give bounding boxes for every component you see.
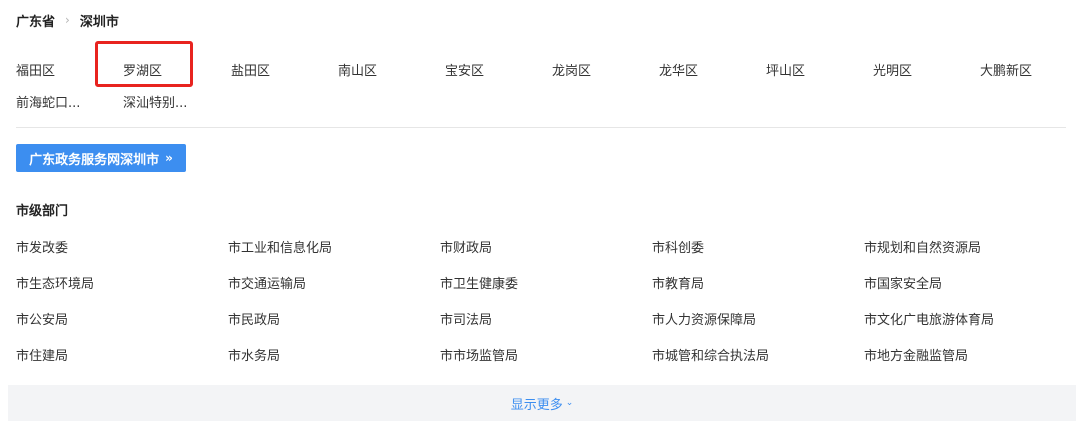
breadcrumb-separator-icon: › xyxy=(65,13,70,27)
department-item[interactable]: 市司法局 xyxy=(440,309,652,328)
department-item[interactable]: 市规划和自然资源局 xyxy=(864,237,1076,256)
district-row: 前海蛇口... 深汕特别... xyxy=(16,86,1076,116)
department-item[interactable]: 市卫生健康委 xyxy=(440,273,652,292)
department-item[interactable]: 市住建局 xyxy=(16,345,228,364)
section-title-city-departments: 市级部门 xyxy=(16,204,69,219)
department-item[interactable]: 市城管和综合执法局 xyxy=(652,345,864,364)
district-item-yantian[interactable]: 盐田区 xyxy=(231,60,338,79)
gov-button-label: 广东政务服务网深圳市 xyxy=(29,152,160,168)
district-item-baoan[interactable]: 宝安区 xyxy=(445,60,552,79)
department-item[interactable]: 市财政局 xyxy=(440,237,652,256)
department-item[interactable]: 市文化广电旅游体育局 xyxy=(864,309,1076,328)
department-item[interactable]: 市国家安全局 xyxy=(864,273,1076,292)
department-item[interactable]: 市科创委 xyxy=(652,237,864,256)
department-item[interactable]: 市人力资源保障局 xyxy=(652,309,864,328)
department-item[interactable]: 市发改委 xyxy=(16,237,228,256)
district-item-shenshan[interactable]: 深汕特别... xyxy=(123,92,199,111)
department-item[interactable]: 市公安局 xyxy=(16,309,228,328)
department-row: 市生态环境局 市交通运输局 市卫生健康委 市教育局 市国家安全局 xyxy=(16,268,1076,296)
show-more-label: 显示更多 xyxy=(510,397,563,413)
selected-district-highlight xyxy=(95,41,193,87)
district-item-dapeng[interactable]: 大鹏新区 xyxy=(980,60,1050,79)
breadcrumb: 广东省 › 深圳市 xyxy=(16,10,119,30)
department-row: 市发改委 市工业和信息化局 市财政局 市科创委 市规划和自然资源局 xyxy=(16,232,1076,260)
district-item-longgang[interactable]: 龙岗区 xyxy=(552,60,659,79)
double-chevron-right-icon: » xyxy=(165,151,173,165)
department-item[interactable]: 市地方金融监管局 xyxy=(864,345,1076,364)
department-row: 市住建局 市水务局 市市场监管局 市城管和综合执法局 市地方金融监管局 xyxy=(16,340,1076,368)
department-item[interactable]: 市教育局 xyxy=(652,273,864,292)
department-item[interactable]: 市水务局 xyxy=(228,345,440,364)
district-item-guangming[interactable]: 光明区 xyxy=(873,60,980,79)
show-more-bar: 显示更多 ⌄ xyxy=(8,385,1076,421)
breadcrumb-city: 深圳市 xyxy=(79,14,119,30)
district-item-qianhai[interactable]: 前海蛇口... xyxy=(16,92,92,111)
chevron-down-icon: ⌄ xyxy=(565,398,574,408)
district-item-nanshan[interactable]: 南山区 xyxy=(338,60,445,79)
department-item[interactable]: 市市场监管局 xyxy=(440,345,652,364)
department-item[interactable]: 市民政局 xyxy=(228,309,440,328)
district-item-pingshan[interactable]: 坪山区 xyxy=(766,60,873,79)
gov-service-shenzhen-button[interactable]: 广东政务服务网深圳市 » xyxy=(16,144,186,172)
divider xyxy=(16,127,1066,128)
department-list: 市发改委 市工业和信息化局 市财政局 市科创委 市规划和自然资源局 市生态环境局… xyxy=(16,232,1076,376)
breadcrumb-province[interactable]: 广东省 xyxy=(16,11,55,30)
department-item[interactable]: 市生态环境局 xyxy=(16,273,228,292)
show-more-button[interactable]: 显示更多 ⌄ xyxy=(511,394,574,413)
department-item[interactable]: 市交通运输局 xyxy=(228,273,440,292)
district-item-longhua[interactable]: 龙华区 xyxy=(659,60,766,79)
department-row: 市公安局 市民政局 市司法局 市人力资源保障局 市文化广电旅游体育局 xyxy=(16,304,1076,332)
department-item[interactable]: 市工业和信息化局 xyxy=(228,237,440,256)
